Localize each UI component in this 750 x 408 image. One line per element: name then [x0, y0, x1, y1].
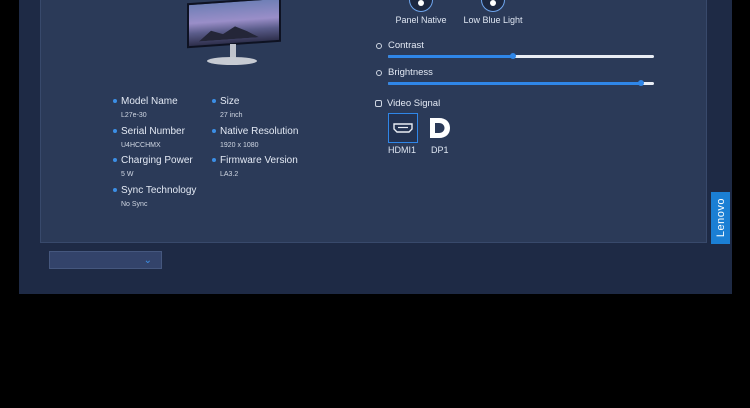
brightness-slider[interactable] [388, 80, 654, 86]
spec-value: 27 inch [220, 112, 243, 119]
contrast-slider-thumb[interactable] [510, 53, 517, 59]
lenovo-logo: Lenovo [711, 192, 730, 244]
mode-panel-native[interactable]: Panel Native [393, 0, 449, 25]
monitor-stand-neck [230, 44, 236, 58]
spec-label: Sync Technology [121, 185, 197, 196]
spec-sync-technology: Sync Technology No Sync [113, 185, 197, 208]
spec-value: L27e-30 [121, 112, 147, 119]
spec-serial-number: Serial Number U4HCCHMX [113, 126, 185, 149]
brightness-slider-thumb[interactable] [637, 80, 644, 86]
bullet-icon [113, 158, 117, 162]
video-signal-title: Video Signal [387, 98, 441, 109]
spec-native-resolution: Native Resolution 1920 x 1080 [212, 126, 299, 149]
spec-label: Firmware Version [220, 155, 298, 166]
spec-size: Size 27 inch [212, 96, 243, 119]
contrast-slider[interactable] [388, 53, 654, 59]
spec-model-name: Model Name L27e-30 [113, 96, 178, 119]
spec-value: 5 W [121, 171, 134, 178]
video-signal-icon [375, 100, 382, 107]
spec-value: LA3.2 [220, 171, 239, 178]
input-hdmi1-button[interactable] [388, 113, 418, 143]
input-dp1-button[interactable] [425, 113, 455, 143]
video-signal-title-row: Video Signal [375, 98, 440, 109]
hdmi-icon [393, 123, 413, 133]
spec-value: U4HCCHMX [121, 142, 161, 149]
monitor-stand-base [207, 57, 257, 65]
spec-label: Charging Power [121, 155, 193, 166]
bullet-icon [212, 99, 216, 103]
mode-label: Low Blue Light [463, 15, 523, 25]
chevron-down-icon: ⌄ [143, 255, 152, 266]
monitor-image [187, 0, 281, 70]
bullet-icon [212, 129, 216, 133]
app-window: Model Name L27e-30 Serial Number U4HCCHM… [19, 0, 732, 294]
input-dp1-label: DP1 [431, 145, 449, 155]
bullet-icon [113, 99, 117, 103]
contrast-label: Contrast [388, 40, 424, 51]
displayport-icon [430, 118, 450, 138]
input-hdmi1-label: HDMI1 [388, 145, 417, 155]
spec-label: Model Name [121, 96, 178, 107]
brightness-label-row: Brightness [376, 67, 433, 78]
monitor-select-dropdown[interactable]: ⌄ [49, 251, 162, 269]
spec-label: Size [220, 96, 240, 107]
monitor-settings-panel: Model Name L27e-30 Serial Number U4HCCHM… [40, 0, 707, 243]
panel-native-icon [409, 0, 433, 12]
monitor-screen [187, 0, 281, 49]
bullet-icon [113, 129, 117, 133]
mode-label: Panel Native [395, 15, 447, 25]
contrast-icon [376, 42, 382, 49]
mode-low-blue-light[interactable]: Low Blue Light [461, 0, 525, 25]
spec-value: 1920 x 1080 [220, 142, 259, 149]
bullet-icon [113, 188, 117, 192]
spec-firmware-version: Firmware Version LA3.2 [212, 155, 298, 178]
brightness-icon [376, 69, 382, 76]
contrast-label-row: Contrast [376, 40, 424, 51]
bullet-icon [212, 158, 216, 162]
spec-label: Native Resolution [220, 126, 299, 137]
brightness-slider-fill [388, 82, 641, 85]
brightness-label: Brightness [388, 67, 433, 78]
spec-charging-power: Charging Power 5 W [113, 155, 193, 178]
spec-label: Serial Number [121, 126, 185, 137]
contrast-slider-fill [388, 55, 514, 58]
brand-text: Lenovo [714, 198, 727, 238]
low-blue-light-icon [481, 0, 505, 12]
spec-value: No Sync [121, 201, 148, 208]
